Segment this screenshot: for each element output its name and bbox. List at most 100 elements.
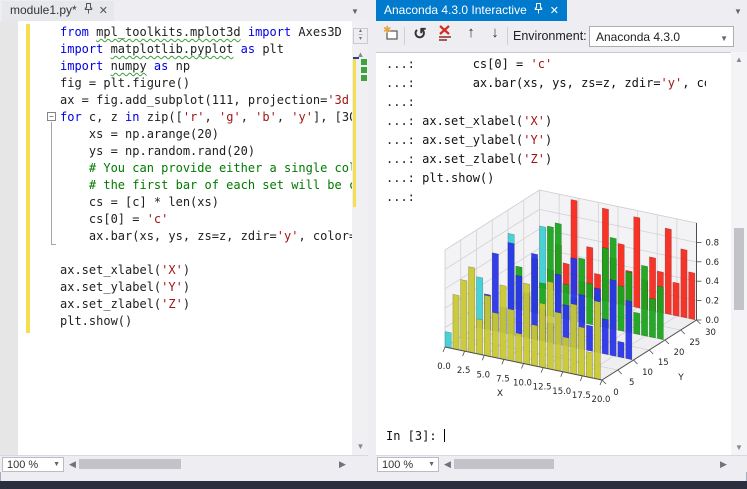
chart-bar <box>492 312 498 358</box>
code-line: xs = np.arange(20) <box>60 126 352 143</box>
code-token: 'y' <box>291 110 313 124</box>
saved-change-mark <box>361 75 367 81</box>
saved-change-mark <box>361 67 367 73</box>
code-line: ...: ax.set_xlabel('X') <box>386 112 706 131</box>
reset-button[interactable]: ↺ <box>409 24 431 48</box>
pin-icon[interactable] <box>534 3 543 17</box>
hscroll-left-icon[interactable]: ◀ <box>69 459 76 470</box>
editor-zoom-select[interactable]: 100 % ▼ <box>2 457 64 472</box>
code-line: ax.set_ylabel('Y') <box>60 279 352 296</box>
saved-change-mark <box>361 59 367 65</box>
code-line: ax = fig.add_subplot(111, projection='3d… <box>60 92 352 109</box>
tool-tabstrip: Anaconda 4.3.0 Interactive ✕ ▼ <box>376 0 747 21</box>
environment-combobox[interactable]: Anaconda 4.3.0 ▼ <box>589 26 734 47</box>
track-changes-bar <box>26 24 30 333</box>
console-prompt-line[interactable]: In [3]: <box>386 427 445 446</box>
code-token: ax.set_xlabel( <box>415 114 523 128</box>
chart-svg: 0.02.55.07.510.012.515.017.520.005101520… <box>415 189 731 413</box>
editor-code[interactable]: from mpl_toolkits.mplot3d import Axes3Di… <box>60 24 352 454</box>
chart-bar <box>673 282 679 316</box>
code-token: ) <box>545 152 552 166</box>
hscroll-right-icon[interactable]: ▶ <box>339 459 346 470</box>
hscroll-left-icon[interactable]: ◀ <box>444 459 451 470</box>
tab-module1-py[interactable]: module1.py* ✕ <box>2 1 114 21</box>
pin-icon[interactable] <box>84 3 93 17</box>
z-tick-label: 0.0 <box>706 316 720 326</box>
x-tick-label: 2.5 <box>457 366 471 376</box>
close-icon[interactable]: ✕ <box>550 4 559 17</box>
arrow-up-icon: ↑ <box>467 24 475 41</box>
chart-bar <box>461 280 467 352</box>
editor-vscrollbar[interactable]: ▴─▾ ▲ ▼ <box>352 21 369 455</box>
tab-title: Anaconda 4.3.0 Interactive <box>384 3 527 17</box>
vscroll-thumb[interactable] <box>734 228 744 310</box>
code-token: 'c' <box>147 212 169 226</box>
chevron-down-icon[interactable]: ▼ <box>351 7 359 16</box>
clear-screen-button[interactable] <box>434 24 456 48</box>
scroll-down-icon[interactable]: ▼ <box>352 441 369 453</box>
code-token: matplotlib.pyplot <box>111 42 234 56</box>
y-tick-label: 0 <box>613 388 618 398</box>
reset-icon: ↺ <box>413 26 426 43</box>
scroll-down-icon[interactable]: ▼ <box>731 442 747 454</box>
code-token: ) <box>183 280 190 294</box>
close-icon[interactable]: ✕ <box>99 4 108 17</box>
chart-bar <box>500 285 506 360</box>
code-token: np <box>176 59 190 73</box>
split-handle[interactable]: ▴─▾ <box>353 28 368 44</box>
fold-guide-line <box>51 122 52 244</box>
x-tick <box>522 364 524 369</box>
code-editor[interactable]: − from mpl_toolkits.mplot3d import Axes3… <box>0 21 354 455</box>
hscroll-thumb[interactable] <box>79 459 181 469</box>
panel-splitter[interactable] <box>368 0 376 481</box>
code-token: # You can provide either a single color … <box>60 161 352 175</box>
code-token: ...: <box>386 95 415 109</box>
chart-bar <box>689 272 695 320</box>
x-tick <box>463 351 465 356</box>
y-tick <box>697 320 701 324</box>
window-bottom-border <box>0 481 747 489</box>
new-interactive-window-button[interactable]: ✱ <box>380 24 402 48</box>
chart-bar <box>641 265 647 336</box>
x-tick <box>561 372 563 377</box>
code-token: 'X' <box>161 263 183 277</box>
code-token: ax.set_xlabel( <box>60 263 161 277</box>
console-zoom-select[interactable]: 100 % ▼ <box>377 457 439 472</box>
x-tick-label: 20.0 <box>592 395 611 405</box>
history-previous-button[interactable]: ↑ <box>460 24 482 48</box>
interactive-console[interactable]: ...: cs[0] = 'c'...: ax.bar(xs, ys, zs=z… <box>376 52 731 455</box>
code-token: , color=cs) <box>682 76 706 90</box>
y-tick <box>681 330 685 334</box>
modified-map-strip <box>353 59 356 207</box>
code-token: ...: <box>386 152 415 166</box>
code-line: plt.show() <box>60 313 352 330</box>
hscroll-right-icon[interactable]: ▶ <box>720 459 727 470</box>
y-axis-name: Y <box>677 373 684 383</box>
scroll-up-icon[interactable]: ▲ <box>731 54 747 66</box>
chart-bar <box>540 226 546 288</box>
chart-bar <box>453 294 459 350</box>
console-vscrollbar[interactable]: ▲ ▼ <box>731 52 747 455</box>
y-tick <box>618 370 622 374</box>
code-line: from mpl_toolkits.mplot3d import Axes3D <box>60 24 352 41</box>
fold-guide-foot <box>51 244 56 245</box>
tab-anaconda-interactive[interactable]: Anaconda 4.3.0 Interactive ✕ <box>376 0 567 21</box>
console-bottom-bar: 100 % ▼ ◀ ▶ <box>376 455 747 472</box>
history-next-button[interactable]: ↓ <box>484 24 506 48</box>
chart-bar <box>563 337 569 373</box>
z-tick-label: 0.6 <box>706 258 720 268</box>
code-token: 'Z' <box>161 297 183 311</box>
code-token: as <box>147 59 176 73</box>
fold-marker[interactable]: − <box>47 112 56 121</box>
y-tick-label: 10 <box>642 368 653 378</box>
chevron-down-icon[interactable]: ▼ <box>734 7 742 16</box>
code-token: ) <box>183 297 190 311</box>
x-tick-label: 5.0 <box>476 370 490 380</box>
code-token: 'b' <box>255 110 277 124</box>
tab-title: module1.py* <box>10 3 77 17</box>
y-tick-label: 25 <box>689 338 700 348</box>
code-line: cs = [c] * len(xs) <box>60 194 352 211</box>
code-token: 'Y' <box>523 133 545 147</box>
code-token: # the first bar of each set will be colo… <box>60 178 352 192</box>
hscroll-thumb[interactable] <box>454 459 554 469</box>
